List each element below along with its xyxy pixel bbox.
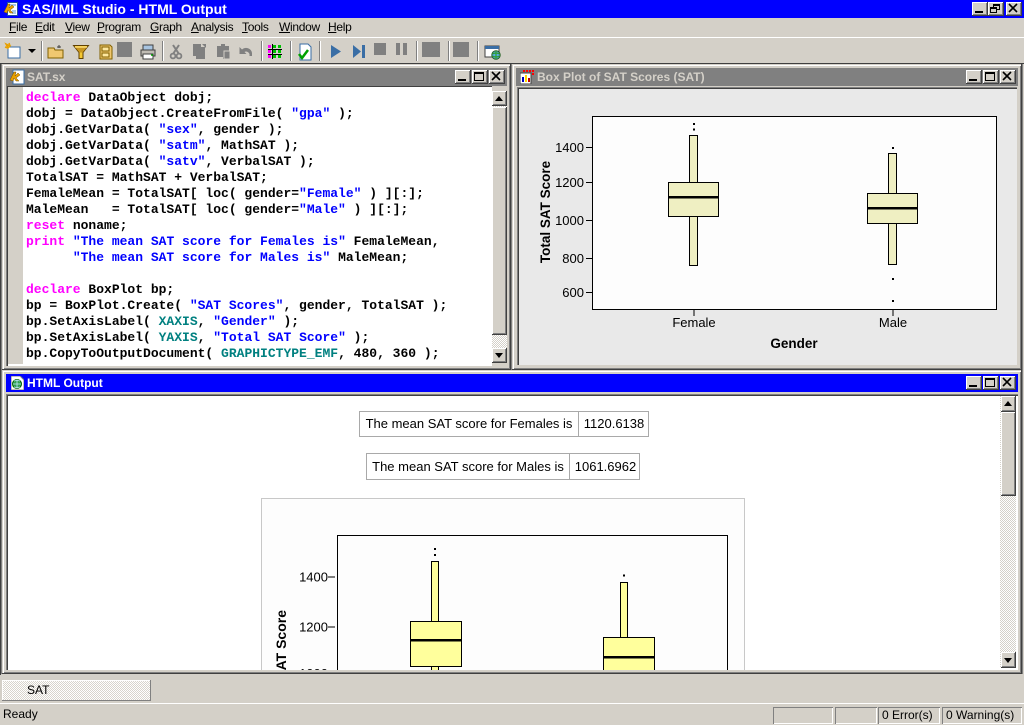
svg-text:1400: 1400 — [555, 140, 584, 155]
svg-text:Gender: Gender — [770, 336, 818, 351]
svg-text:Total SAT Score: Total SAT Score — [273, 610, 289, 670]
svg-text:1000: 1000 — [299, 666, 328, 670]
svg-text:Total SAT Score: Total SAT Score — [538, 160, 553, 263]
svg-text:1000: 1000 — [555, 213, 584, 228]
svg-text:1200: 1200 — [555, 175, 584, 190]
svg-text:Female: Female — [672, 315, 715, 330]
svg-text:1400: 1400 — [299, 570, 328, 585]
svg-text:600: 600 — [562, 285, 584, 300]
svg-text:Male: Male — [879, 315, 907, 330]
svg-text:1200: 1200 — [299, 620, 328, 635]
svg-text:800: 800 — [562, 251, 584, 266]
